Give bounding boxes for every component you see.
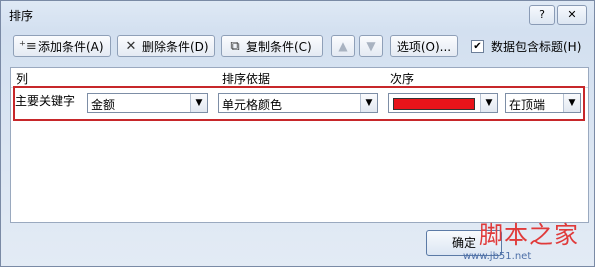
- basis-select[interactable]: 单元格颜色 ▼: [218, 93, 378, 113]
- column-header-col: 列: [16, 72, 29, 86]
- delete-condition-label: 删除条件(D): [142, 39, 209, 54]
- chevron-down-icon[interactable]: ▼: [480, 94, 497, 112]
- watermark-url: www.jb51.net: [463, 251, 532, 262]
- copy-condition-button[interactable]: ⧉ 复制条件(C): [221, 35, 323, 57]
- copy-condition-label: 复制条件(C): [246, 39, 312, 54]
- rule-label: 主要关键字: [15, 94, 76, 108]
- position-value: 在顶端: [509, 98, 546, 112]
- sort-dialog: 排序 ? ✕ ⁺≡ 添加条件(A) ✕ 删除条件(D) ⧉ 复制条件(C) ▲ …: [0, 0, 595, 267]
- add-condition-label: 添加条件(A): [38, 39, 104, 54]
- position-select[interactable]: 在顶端 ▼: [505, 93, 581, 113]
- move-down-button[interactable]: ▼: [359, 35, 383, 57]
- delete-condition-icon: ✕: [125, 38, 137, 54]
- close-button[interactable]: ✕: [557, 5, 587, 25]
- key-value: 金额: [91, 98, 116, 112]
- chevron-down-icon[interactable]: ▼: [563, 94, 580, 112]
- delete-condition-button[interactable]: ✕ 删除条件(D): [117, 35, 215, 57]
- header-checkbox[interactable]: ✔: [471, 40, 484, 53]
- header-checkbox-label: 数据包含标题(H): [491, 40, 582, 54]
- options-button[interactable]: 选项(O)...: [390, 35, 458, 57]
- column-header-basis: 排序依据: [222, 72, 271, 86]
- header-checkbox-group[interactable]: ✔ 数据包含标题(H): [471, 38, 581, 55]
- basis-value: 单元格颜色: [222, 98, 283, 112]
- chevron-down-icon[interactable]: ▼: [190, 94, 207, 112]
- dialog-title: 排序: [9, 9, 34, 23]
- add-condition-icon: ⁺≡: [19, 38, 37, 54]
- chevron-down-icon[interactable]: ▼: [360, 94, 377, 112]
- color-swatch: [393, 98, 475, 110]
- column-header-order: 次序: [390, 72, 415, 86]
- move-up-button[interactable]: ▲: [331, 35, 355, 57]
- help-button[interactable]: ?: [529, 5, 555, 25]
- title-bar: 排序 ? ✕: [1, 1, 594, 29]
- key-select[interactable]: 金额 ▼: [87, 93, 208, 113]
- move-down-icon: ▼: [366, 39, 376, 53]
- toolbar: ⁺≡ 添加条件(A) ✕ 删除条件(D) ⧉ 复制条件(C) ▲ ▼ 选项(O)…: [1, 31, 594, 63]
- copy-condition-icon: ⧉: [230, 38, 240, 54]
- add-condition-button[interactable]: ⁺≡ 添加条件(A): [13, 35, 111, 57]
- move-up-icon: ▲: [338, 39, 348, 53]
- watermark-logo: 脚本之家: [479, 221, 579, 249]
- sort-conditions-panel: 列 排序依据 次序 主要关键字 金额 ▼ 单元格颜色 ▼ ▼ 在顶端 ▼: [10, 67, 589, 223]
- color-select[interactable]: ▼: [388, 93, 498, 113]
